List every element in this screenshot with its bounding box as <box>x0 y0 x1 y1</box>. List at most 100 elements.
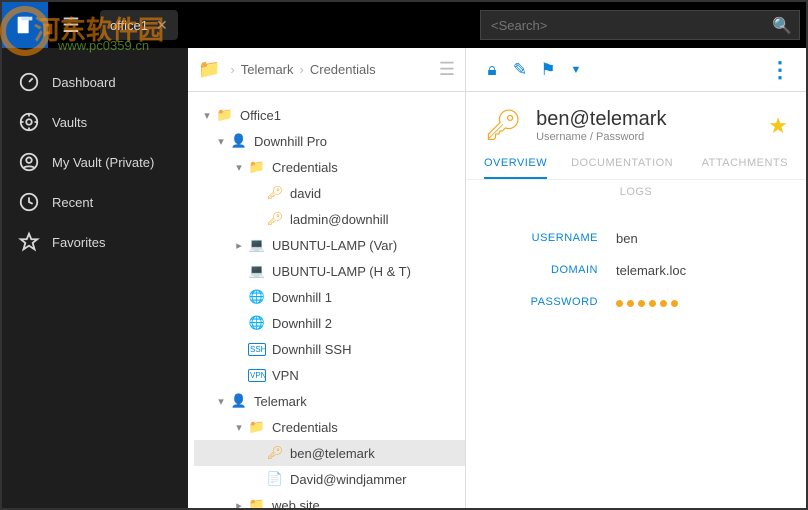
web-icon: 🌐 <box>248 289 266 305</box>
tree-label: UBUNTU-LAMP (Var) <box>272 238 397 253</box>
tab-label: office1 <box>110 18 148 33</box>
detail-toolbar: 🔒︎ ✎ ⚑ ▼ ⋮ <box>466 48 806 92</box>
cred-icon: 📁 <box>248 419 266 435</box>
close-tab-icon[interactable]: ✕ <box>156 17 168 34</box>
chevron-down-icon[interactable]: ▼ <box>562 64 590 76</box>
search-icon[interactable]: 🔍 <box>772 16 792 36</box>
search-input[interactable] <box>480 10 800 40</box>
chevron-icon: ▾ <box>200 109 214 122</box>
tree-label: Telemark <box>254 394 307 409</box>
folder-icon: 📁 <box>198 59 220 80</box>
detail-panel: 🔒︎ ✎ ⚑ ▼ ⋮ 🔑︎ ben@telemark Username / Pa… <box>466 48 806 508</box>
domain-label: DOMAIN <box>466 264 616 276</box>
key-icon: 🔑︎ <box>266 211 284 227</box>
entry-subtitle: Username / Password <box>536 131 666 143</box>
tree-label: Downhill SSH <box>272 342 351 357</box>
flag-icon[interactable]: ⚑ <box>534 60 562 80</box>
sidebar: Dashboard Vaults My Vault (Private) Rece… <box>2 48 188 508</box>
lock-icon[interactable]: 🔒︎ <box>478 60 506 80</box>
tab-attachments[interactable]: ATTACHMENTS <box>702 157 788 179</box>
tree-node[interactable]: 💻 UBUNTU-LAMP (H & T) <box>194 258 465 284</box>
tree-node[interactable]: ▾👤Telemark <box>194 388 465 414</box>
password-value[interactable] <box>616 295 682 310</box>
cred-icon: 📁 <box>248 497 266 508</box>
chevron-icon: ▸ <box>232 499 246 509</box>
nav-vaults[interactable]: Vaults <box>2 102 188 142</box>
tab-logs[interactable]: LOGS <box>466 180 806 208</box>
username-value: ben <box>616 231 638 246</box>
app-logo <box>2 2 48 48</box>
tree-node[interactable]: SSHDownhill SSH <box>194 336 465 362</box>
folder-icon: 📁 <box>216 107 234 123</box>
web-icon: 🌐 <box>248 315 266 331</box>
vpn-icon: VPN <box>248 369 266 382</box>
username-label: USERNAME <box>466 232 616 244</box>
tree-label: ben@telemark <box>290 446 375 461</box>
tree-label: web site <box>272 498 320 509</box>
entry-title: ben@telemark <box>536 108 666 131</box>
tab-documentation[interactable]: DOCUMENTATION <box>571 157 673 179</box>
myvault-icon <box>18 151 40 173</box>
domain-value: telemark.loc <box>616 263 686 278</box>
tree-label: ladmin@downhill <box>290 212 388 227</box>
tree-node[interactable]: ▸📁 web site <box>194 492 465 508</box>
tree-node[interactable]: 🔑︎ ben@telemark <box>194 440 465 466</box>
breadcrumb-item[interactable]: Telemark <box>241 62 294 77</box>
edit-icon[interactable]: ✎ <box>506 60 534 80</box>
tree-node[interactable]: ▸💻 UBUNTU-LAMP (Var) <box>194 232 465 258</box>
nav-label: Favorites <box>52 235 105 250</box>
tree-label: Downhill Pro <box>254 134 327 149</box>
nav-dashboard[interactable]: Dashboard <box>2 62 188 102</box>
nav-label: Dashboard <box>52 75 116 90</box>
serv-icon: 💻 <box>248 237 266 253</box>
tree-label: Downhill 2 <box>272 316 332 331</box>
nav-label: Vaults <box>52 115 87 130</box>
vaults-icon <box>18 111 40 133</box>
tree-label: david <box>290 186 321 201</box>
tab-office1[interactable]: office1 ✕ <box>100 10 178 40</box>
nav-myvault[interactable]: My Vault (Private) <box>2 142 188 182</box>
tree-node[interactable]: VPN VPN <box>194 362 465 388</box>
key-icon: 🔑︎ <box>266 185 284 201</box>
tree-label: David@windjammer <box>290 472 407 487</box>
tree-node[interactable]: ▾📁 Office1 <box>194 102 465 128</box>
tree-label: Downhill 1 <box>272 290 332 305</box>
tree-node[interactable]: ▾📁Credentials <box>194 154 465 180</box>
serv-icon: 💻 <box>248 263 266 279</box>
user-icon: 👤 <box>230 133 248 149</box>
entry-header: 🔑︎ ben@telemark Username / Password ★ <box>466 92 806 149</box>
tree-panel: 📁 › Telemark › Credentials ☰ ▾📁Office1▾👤… <box>188 48 466 508</box>
nav-recent[interactable]: Recent <box>2 182 188 222</box>
breadcrumb-item[interactable]: Credentials <box>310 62 376 77</box>
chevron-icon: ▾ <box>232 161 246 174</box>
tree: ▾📁Office1▾👤Downhill Pro▾📁Credentials🔑︎da… <box>188 92 465 508</box>
breadcrumb: 📁 › Telemark › Credentials ☰ <box>188 48 465 92</box>
tree-node[interactable]: 📄David@windjammer <box>194 466 465 492</box>
nav-label: Recent <box>52 195 93 210</box>
menu-icon[interactable]: ☰ <box>48 13 94 38</box>
dashboard-icon <box>18 71 40 93</box>
password-label: PASSWORD <box>466 296 616 308</box>
chevron-icon: ▾ <box>214 395 228 408</box>
list-view-icon[interactable]: ☰ <box>439 59 455 80</box>
more-menu-icon[interactable]: ⋮ <box>766 57 794 83</box>
tree-node[interactable]: 🌐 Downhill 1 <box>194 284 465 310</box>
detail-tabs: OVERVIEW DOCUMENTATION ATTACHMENTS <box>466 149 806 180</box>
tree-node[interactable]: 🔑︎ ladmin@downhill <box>194 206 465 232</box>
tree-node[interactable]: ▾👤Downhill Pro <box>194 128 465 154</box>
tree-node[interactable]: 🔑︎ david <box>194 180 465 206</box>
tree-node[interactable]: ▾📁 Credentials <box>194 414 465 440</box>
favorite-star-icon[interactable]: ★ <box>768 113 788 139</box>
chevron-icon: ▸ <box>232 239 246 252</box>
tree-label: VPN <box>272 368 299 383</box>
top-bar: ☰ office1 ✕ 🔍 <box>2 2 806 48</box>
tree-label: Office1 <box>240 108 281 123</box>
key-icon: 🔑︎ <box>266 445 284 461</box>
tree-label: Credentials <box>272 420 338 435</box>
nav-favorites[interactable]: Favorites <box>2 222 188 262</box>
tree-node[interactable]: 🌐 Downhill 2 <box>194 310 465 336</box>
tab-overview[interactable]: OVERVIEW <box>484 157 547 179</box>
nav-label: My Vault (Private) <box>52 155 154 170</box>
tree-label: UBUNTU-LAMP (H & T) <box>272 264 411 279</box>
chevron-icon: ▾ <box>232 421 246 434</box>
